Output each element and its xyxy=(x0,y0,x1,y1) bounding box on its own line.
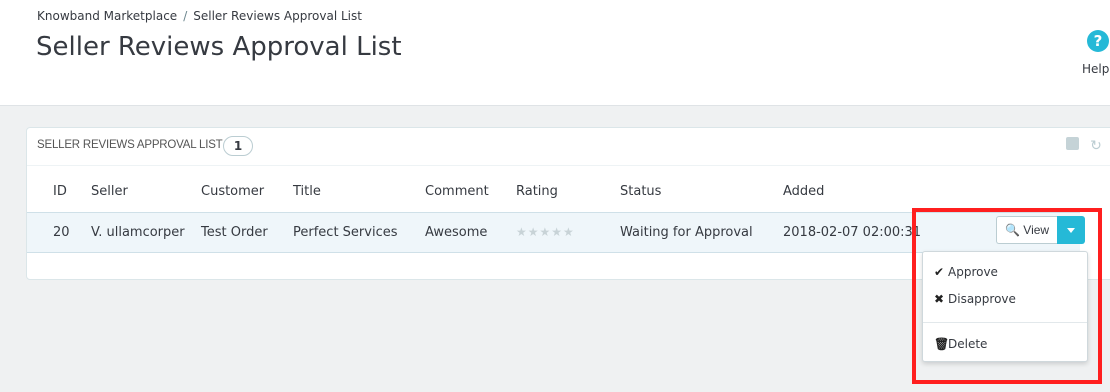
column-header-customer[interactable]: Customer xyxy=(201,172,293,212)
row-actions: 🔍 View xyxy=(996,216,1086,244)
breadcrumb-parent-link[interactable]: Knowband Marketplace xyxy=(37,9,177,23)
delete-menu-item[interactable]: 🗑Delete xyxy=(934,334,987,354)
reviews-table: ID Seller Customer Title Comment Rating … xyxy=(27,172,1080,253)
breadcrumb: Knowband Marketplace / Seller Reviews Appr… xyxy=(37,9,362,23)
panel-title: SELLER REVIEWS APPROVAL LIST xyxy=(37,139,223,151)
column-header-comment[interactable]: Comment xyxy=(425,172,516,212)
page-header: Knowband Marketplace / Seller Reviews Appr… xyxy=(0,0,1110,106)
table-header-row: ID Seller Customer Title Comment Rating … xyxy=(27,172,1080,212)
breadcrumb-separator: / xyxy=(183,9,188,23)
zoom-in-icon: 🔍 xyxy=(1005,223,1020,237)
count-badge: 1 xyxy=(223,136,253,156)
cell-comment: Awesome xyxy=(425,211,516,253)
cell-added: 2018-02-07 02:00:31 xyxy=(783,211,970,253)
help-label: Help xyxy=(1082,62,1110,76)
column-header-id[interactable]: ID xyxy=(53,172,91,212)
disapprove-label: Disapprove xyxy=(948,292,1016,306)
view-label: View xyxy=(1023,223,1050,237)
approve-label: Approve xyxy=(948,265,998,279)
table-row[interactable]: 20 V. ullamcorper Test Order Perfect Ser… xyxy=(27,211,1080,253)
export-icon[interactable] xyxy=(1063,137,1081,155)
disapprove-menu-item[interactable]: ✖ Disapprove xyxy=(934,289,1016,309)
refresh-icon[interactable]: ↻ xyxy=(1087,137,1105,155)
trash-icon: 🗑 xyxy=(934,337,950,351)
panel-heading: SELLER REVIEWS APPROVAL LIST 1 ↻ xyxy=(27,128,1110,166)
actions-dropdown-menu: ✔ Approve ✖ Disapprove 🗑Delete xyxy=(922,251,1088,362)
cell-rating: ★★★★★ xyxy=(516,211,620,253)
column-header-seller[interactable]: Seller xyxy=(91,172,201,212)
page-title: Seller Reviews Approval List xyxy=(36,32,402,62)
menu-divider xyxy=(923,322,1087,323)
help-button[interactable]: ? Help xyxy=(1082,30,1110,76)
help-circle-icon: ? xyxy=(1087,30,1109,52)
approve-menu-item[interactable]: ✔ Approve xyxy=(934,262,998,282)
view-button[interactable]: 🔍 View xyxy=(996,216,1058,244)
caret-down-icon[interactable] xyxy=(1057,216,1086,244)
cell-title: Perfect Services xyxy=(293,211,425,253)
column-header-added[interactable]: Added xyxy=(783,172,970,212)
close-icon: ✖ xyxy=(934,292,945,306)
check-icon: ✔ xyxy=(934,265,945,279)
column-header-rating[interactable]: Rating xyxy=(516,172,620,212)
column-header-status[interactable]: Status xyxy=(620,172,783,212)
cell-seller: V. ullamcorper xyxy=(91,211,201,253)
cell-status: Waiting for Approval xyxy=(620,211,783,253)
delete-label: Delete xyxy=(948,337,988,351)
cell-customer: Test Order xyxy=(201,211,293,253)
rating-stars: ★★★★★ xyxy=(516,224,575,239)
column-header-title[interactable]: Title xyxy=(293,172,425,212)
breadcrumb-current: Seller Reviews Approval List xyxy=(193,9,362,23)
cell-id: 20 xyxy=(53,211,91,253)
